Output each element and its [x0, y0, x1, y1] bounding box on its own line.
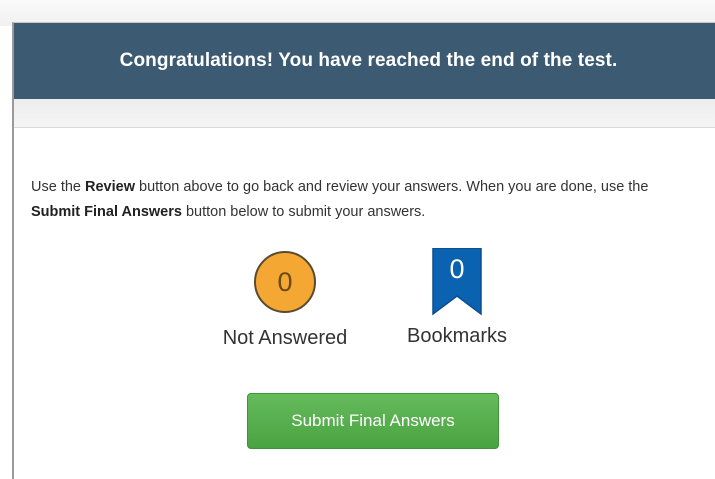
page-title: Congratulations! You have reached the en…	[119, 50, 618, 71]
header-subbar	[14, 99, 715, 128]
not-answered-stat[interactable]: 0 Not Answered	[196, 248, 374, 350]
not-answered-count: 0	[277, 266, 293, 297]
bookmarks-count: 0	[449, 254, 465, 284]
bookmarks-stat[interactable]: 0 Bookmarks	[390, 248, 524, 348]
instructions-text: Use the Review button above to go back a…	[31, 175, 691, 225]
instructions-part-3: button below to submit your answers.	[181, 204, 426, 220]
review-keyword: Review	[85, 179, 135, 195]
submit-final-answers-button[interactable]: Submit Final Answers	[247, 393, 499, 449]
not-answered-label: Not Answered	[222, 327, 348, 349]
instructions-part-1: Use the	[31, 179, 85, 195]
orange-circle-icon: 0	[254, 251, 316, 313]
bookmark-ribbon-icon: 0	[431, 248, 483, 316]
header-bar: Congratulations! You have reached the en…	[14, 23, 715, 99]
submit-keyword: Submit Final Answers	[31, 204, 182, 220]
test-end-screen: Congratulations! You have reached the en…	[0, 0, 715, 479]
bookmarks-label: Bookmarks	[406, 325, 508, 347]
instructions-part-2: button above to go back and review your …	[134, 179, 649, 195]
